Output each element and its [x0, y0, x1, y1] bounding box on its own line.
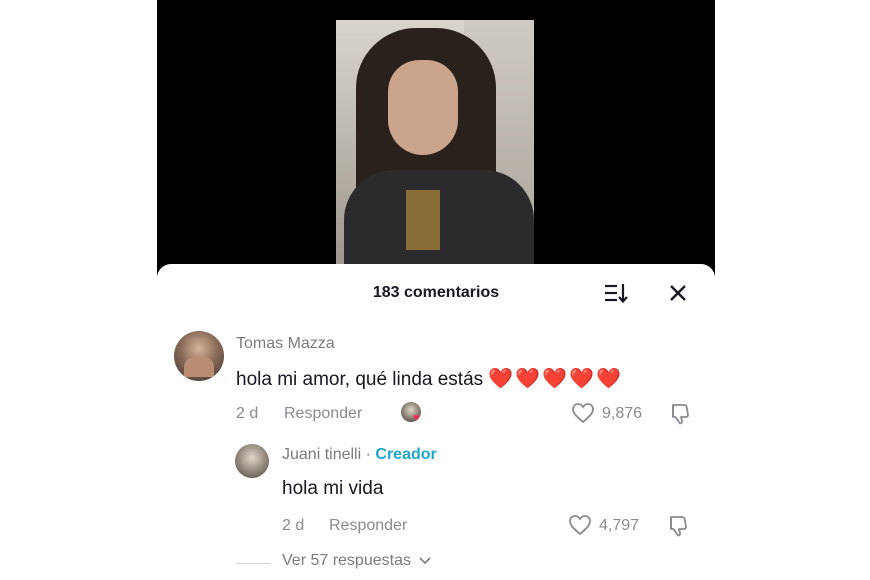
video-subject-print [406, 190, 440, 250]
reply-button[interactable]: Responder [284, 405, 362, 423]
sort-icon[interactable] [603, 282, 629, 304]
like-heart-icon[interactable] [568, 514, 592, 536]
view-replies-button[interactable]: Ver 57 respuestas [282, 552, 431, 570]
reply-username-line: Juani tinelli · Creador [282, 446, 437, 464]
phone-screen: 183 comentarios Tomas Mazza hola mi amor… [157, 0, 715, 580]
avatar[interactable] [235, 444, 269, 478]
separator-dot: · [365, 446, 371, 463]
replies-divider [236, 563, 270, 564]
comment-text: hola mi amor, qué linda estás ❤️❤️❤️❤️❤️ [236, 366, 623, 391]
reply-text: hola mi vida [282, 478, 384, 499]
close-icon[interactable] [667, 282, 689, 304]
like-count: 4,797 [599, 517, 640, 534]
heart-emojis: ❤️❤️❤️❤️❤️ [488, 368, 623, 390]
comments-count-title: 183 comentarios [372, 284, 500, 301]
comments-sheet: 183 comentarios Tomas Mazza hola mi amor… [157, 264, 715, 580]
comments-header: 183 comentarios [157, 264, 715, 322]
video-frame [336, 20, 534, 270]
video-subject-face [388, 60, 458, 155]
chevron-down-icon [419, 557, 431, 565]
comment-text-body: hola mi amor, qué linda estás [236, 369, 484, 390]
creator-badge: Creador [375, 446, 437, 463]
creator-liked-badge: ♥ [401, 402, 427, 426]
comment-username[interactable]: Tomas Mazza [236, 335, 335, 353]
dislike-icon[interactable] [667, 402, 691, 426]
reply-username[interactable]: Juani tinelli [282, 446, 361, 463]
reply-time: 2 d [282, 517, 305, 534]
view-replies-label: Ver 57 respuestas [282, 552, 411, 569]
like-count: 9,876 [602, 405, 643, 422]
mini-heart-icon: ♥ [413, 412, 420, 424]
comment-time: 2 d [236, 405, 259, 422]
dislike-icon[interactable] [665, 514, 689, 538]
avatar[interactable] [174, 331, 224, 381]
reply-button[interactable]: Responder [329, 517, 407, 535]
like-heart-icon[interactable] [571, 402, 595, 424]
video-player[interactable] [157, 0, 715, 292]
